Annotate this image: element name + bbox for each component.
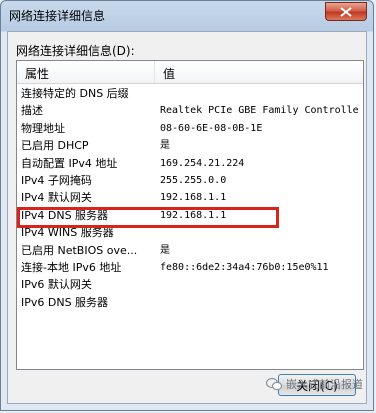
value-cell: Realtek PCIe GBE Family Controlle [160,105,359,117]
title-bar[interactable]: 网络连接详细信息 [1,1,373,31]
property-cell: 物理地址 [21,121,65,135]
window-title: 网络连接详细信息 [9,9,106,23]
value-cell: 是 [160,244,170,256]
property-cell: 连接-本地 IPv6 地址 [21,260,122,274]
watermark-text: 嵌入式前沿报道 [286,378,363,391]
value-cell: 169.254.21.224 [160,157,245,169]
property-cell: IPv6 DNS 服务器 [21,295,109,309]
dialog-window: 网络连接详细信息 网络连接详细信息(D): 属性 值 连接特定的 DNS 后缀描… [0,0,374,411]
property-cell: 连接特定的 DNS 后缀 [21,87,129,100]
table-row[interactable]: 连接-本地 IPv6 地址 fe80::6de2:34a4:76b0:15e0%1… [17,259,363,276]
property-cell: IPv6 默认网关 [21,278,92,292]
column-header-value[interactable]: 值 [163,65,175,82]
column-divider[interactable] [154,61,155,83]
table-row[interactable]: 连接特定的 DNS 后缀 [17,85,363,102]
property-cell: 已启用 NetBIOS ove... [21,243,138,257]
value-cell: 255.255.0.0 [160,174,227,186]
property-cell: 自动配置 IPv4 地址 [21,156,118,170]
table-row[interactable]: IPv6 DNS 服务器 [17,294,363,311]
column-header-property[interactable]: 属性 [25,65,49,82]
property-cell: IPv4 子网掩码 [21,173,92,187]
property-cell: 描述 [21,104,43,118]
window-close-button[interactable] [325,2,367,21]
details-label: 网络连接详细信息(D): [16,44,135,58]
close-icon [340,6,352,17]
table-row[interactable]: 自动配置 IPv4 地址 169.254.21.224 [17,155,363,172]
value-cell: 是 [160,140,170,152]
highlight-annotation [17,207,279,228]
table-row[interactable]: IPv4 子网掩码 255.255.0.0 [17,172,363,189]
dialog-body: 网络连接详细信息(D): 属性 值 连接特定的 DNS 后缀 描述 Realtek … [7,31,367,404]
table-row[interactable]: IPv4 默认网关 192.168.1.1 [17,189,363,206]
property-cell: IPv4 默认网关 [21,191,92,205]
table-row[interactable]: IPv6 默认网关 [17,276,363,293]
table-row[interactable]: 已启用 DHCP 是 [17,137,363,154]
list-header: 属性 值 [17,61,363,84]
value-cell: 192.168.1.1 [160,192,227,204]
list-rows: 连接特定的 DNS 后缀 描述 Realtek PCIe GBE Family Co… [17,85,363,311]
table-row[interactable]: 已启用 NetBIOS ove... 是 [17,242,363,259]
value-cell: 08-60-6E-08-0B-1E [160,122,263,134]
table-row[interactable]: 描述 Realtek PCIe GBE Family Controlle [17,102,363,119]
table-row[interactable]: 物理地址 08-60-6E-08-0B-1E [17,120,363,137]
wechat-icon [266,377,282,391]
value-cell: fe80::6de2:34a4:76b0:15e0%11 [160,261,329,273]
property-cell: 已启用 DHCP [21,139,89,153]
watermark: 嵌入式前沿报道 [266,376,363,392]
